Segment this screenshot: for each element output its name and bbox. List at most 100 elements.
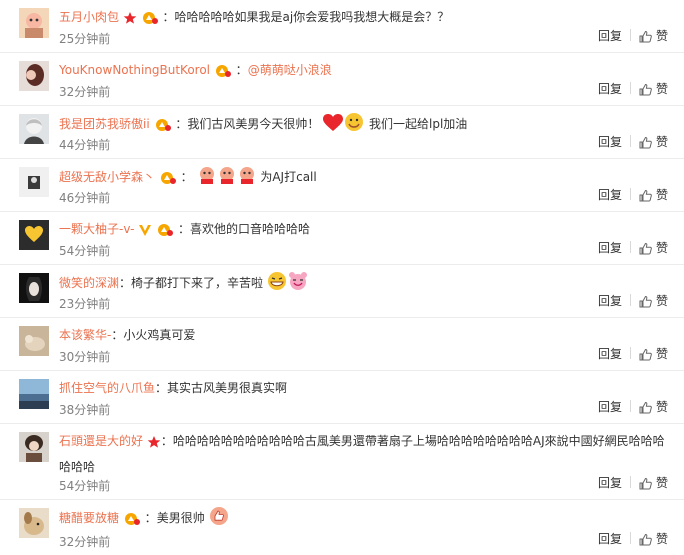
like-label: 赞 bbox=[655, 294, 668, 308]
comment-content: 五月小肉包 ：哈哈哈哈哈如果我是aj你会爱我吗我想大概是会？？ bbox=[59, 6, 669, 32]
comment-content: 我是团苏我骄傲ii ：我们古风美男今天很帅！ 我们一起给lpl加油 bbox=[59, 112, 669, 139]
thumbs-up-emoji-icon bbox=[209, 506, 229, 533]
divider bbox=[629, 400, 631, 412]
comment-actions: 回复 赞 bbox=[598, 188, 668, 205]
member-badge-icon bbox=[123, 511, 141, 533]
comment-actions: 回复 赞 bbox=[598, 476, 668, 493]
comment-item: 超级无敌小学森丶 ： 为AJ打call 46分钟前 回复 赞 bbox=[0, 159, 684, 212]
comment-text: 哈哈哈哈哈如果我是aj你会爱我吗我想大概是会？？ bbox=[174, 10, 450, 24]
username-link[interactable]: YouKnowNothingButKorol bbox=[59, 63, 210, 77]
separator: ： bbox=[180, 170, 193, 184]
thumbs-up-icon bbox=[639, 136, 652, 152]
comment-content: 抓住空气的八爪鱼：其实古风美男很真实啊 bbox=[59, 377, 669, 399]
comment-actions: 回复 赞 bbox=[598, 347, 668, 364]
reply-button[interactable]: 回复 bbox=[598, 82, 622, 96]
username-link[interactable]: 超级无敌小学森丶 bbox=[59, 170, 155, 184]
verified-v-icon bbox=[138, 222, 152, 244]
separator: ： bbox=[155, 381, 168, 395]
comment-item: 本该繁华-：小火鸡真可爱 30分钟前 回复 赞 bbox=[0, 318, 684, 371]
username-link[interactable]: 五月小肉包 bbox=[59, 10, 119, 24]
comment-text-continued: 我们一起给lpl加油 bbox=[369, 117, 468, 131]
avatar[interactable] bbox=[19, 167, 49, 197]
divider bbox=[629, 29, 631, 41]
thumbs-up-icon bbox=[639, 189, 652, 205]
like-label: 赞 bbox=[655, 347, 668, 361]
thumbs-up-icon bbox=[639, 401, 652, 417]
comment-item: 我是团苏我骄傲ii ：我们古风美男今天很帅！ 我们一起给lpl加油 44分钟前 … bbox=[0, 106, 684, 159]
username-link[interactable]: 石頭還是大的好 bbox=[59, 434, 143, 448]
avatar[interactable] bbox=[19, 379, 49, 409]
reply-button[interactable]: 回复 bbox=[598, 135, 622, 149]
avatar[interactable] bbox=[19, 8, 49, 38]
reply-button[interactable]: 回复 bbox=[598, 188, 622, 202]
like-label: 赞 bbox=[655, 135, 668, 149]
avatar[interactable] bbox=[19, 114, 49, 144]
separator: ： bbox=[235, 63, 248, 77]
like-button[interactable]: 赞 bbox=[639, 294, 668, 311]
thumbs-up-icon bbox=[639, 83, 652, 99]
member-badge-icon bbox=[154, 117, 172, 139]
like-button[interactable]: 赞 bbox=[639, 135, 668, 152]
like-button[interactable]: 赞 bbox=[639, 82, 668, 99]
avatar[interactable] bbox=[19, 273, 49, 303]
comment-actions: 回复 赞 bbox=[598, 532, 668, 549]
divider bbox=[629, 476, 631, 488]
username-link[interactable]: 我是团苏我骄傲ii bbox=[59, 117, 150, 131]
timestamp: 30分钟前 bbox=[59, 350, 111, 364]
divider bbox=[629, 294, 631, 306]
like-button[interactable]: 赞 bbox=[639, 29, 668, 46]
thumbs-up-icon bbox=[639, 533, 652, 549]
avatar[interactable] bbox=[19, 432, 49, 462]
comment-actions: 回复 赞 bbox=[598, 400, 668, 417]
like-button[interactable]: 赞 bbox=[639, 400, 668, 417]
reply-button[interactable]: 回复 bbox=[598, 347, 622, 361]
comment-actions: 回复 赞 bbox=[598, 135, 668, 152]
like-button[interactable]: 赞 bbox=[639, 241, 668, 258]
separator: ： bbox=[175, 117, 188, 131]
mention-link[interactable]: @萌萌哒小浪浪 bbox=[248, 63, 332, 77]
cheer-emoji-icon bbox=[217, 165, 237, 192]
reply-button[interactable]: 回复 bbox=[598, 294, 622, 308]
comment-content: 超级无敌小学森丶 ： 为AJ打call bbox=[59, 165, 669, 192]
username-link[interactable]: 抓住空气的八爪鱼 bbox=[59, 381, 155, 395]
avatar[interactable] bbox=[19, 508, 49, 538]
reply-button[interactable]: 回复 bbox=[598, 476, 622, 490]
like-button[interactable]: 赞 bbox=[639, 532, 668, 549]
avatar[interactable] bbox=[19, 326, 49, 356]
divider bbox=[629, 135, 631, 147]
like-label: 赞 bbox=[655, 188, 668, 202]
cheer-emoji-icon bbox=[237, 165, 257, 192]
comment-list: 五月小肉包 ：哈哈哈哈哈如果我是aj你会爱我吗我想大概是会？？ 25分钟前 回复… bbox=[0, 0, 684, 555]
member-badge-icon bbox=[141, 10, 159, 32]
separator: ： bbox=[160, 434, 173, 448]
reply-button[interactable]: 回复 bbox=[598, 532, 622, 546]
pig-emoji-icon bbox=[287, 271, 309, 298]
separator: ： bbox=[111, 328, 124, 342]
timestamp: 32分钟前 bbox=[59, 535, 111, 549]
thumbs-up-icon bbox=[639, 242, 652, 258]
like-label: 赞 bbox=[655, 476, 668, 490]
cheer-emoji-icon bbox=[197, 165, 217, 192]
thumbs-up-icon bbox=[639, 30, 652, 46]
username-link[interactable]: 本该繁华- bbox=[59, 328, 111, 342]
heart-emoji-icon bbox=[323, 114, 344, 139]
member-badge-icon bbox=[156, 222, 174, 244]
divider bbox=[629, 532, 631, 544]
username-link[interactable]: 糖醋要放糖 bbox=[59, 511, 119, 525]
reply-button[interactable]: 回复 bbox=[598, 400, 622, 414]
like-button[interactable]: 赞 bbox=[639, 188, 668, 205]
comment-text: 我们古风美男今天很帅！ bbox=[187, 117, 320, 131]
divider bbox=[629, 347, 631, 359]
comment-item: 抓住空气的八爪鱼：其实古风美男很真实啊 38分钟前 回复 赞 bbox=[0, 371, 684, 424]
like-button[interactable]: 赞 bbox=[639, 476, 668, 493]
avatar[interactable] bbox=[19, 220, 49, 250]
reply-button[interactable]: 回复 bbox=[598, 241, 622, 255]
comment-content: 石頭還是大的好 ：哈哈哈哈哈哈哈哈哈哈哈古風美男還帶著扇子上場哈哈哈哈哈哈哈哈A… bbox=[59, 430, 669, 478]
reply-button[interactable]: 回复 bbox=[598, 29, 622, 43]
like-button[interactable]: 赞 bbox=[639, 347, 668, 364]
username-link[interactable]: 一颗大柚子-v- bbox=[59, 222, 134, 236]
comment-text: 其实古风美男很真实啊 bbox=[167, 381, 288, 395]
avatar[interactable] bbox=[19, 61, 49, 91]
member-badge-icon bbox=[214, 63, 232, 85]
username-link[interactable]: 微笑的深渊 bbox=[59, 276, 119, 290]
